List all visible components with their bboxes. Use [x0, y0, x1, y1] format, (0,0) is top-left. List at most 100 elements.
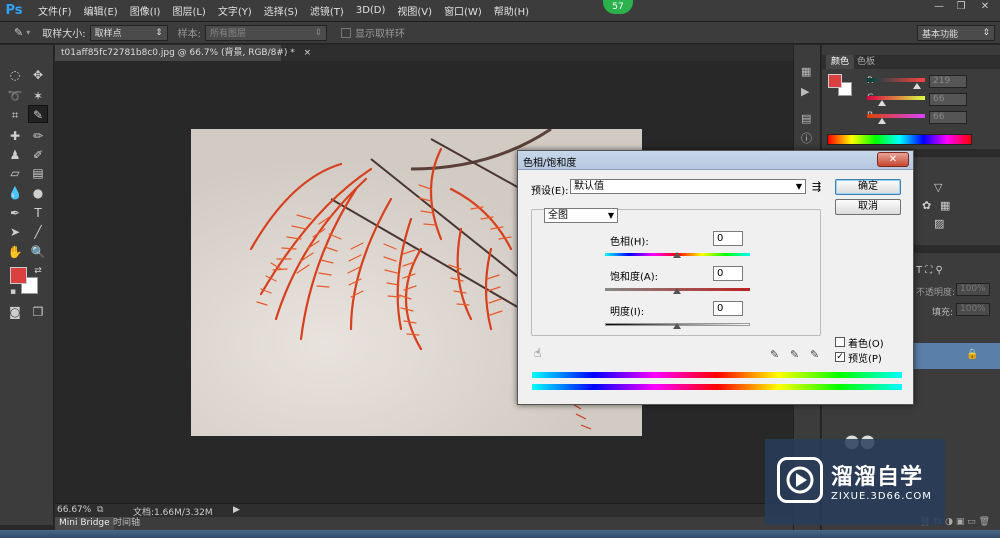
tab-color[interactable]: 颜色 [826, 55, 855, 69]
sample-size-select[interactable]: 取样点 ⇕ [89, 24, 168, 41]
menu-image[interactable]: 图像(I) [124, 3, 167, 18]
eyedropper-plus-icon[interactable]: ✎ [790, 348, 799, 361]
menu-window[interactable]: 窗口(W) [438, 3, 488, 18]
ok-button[interactable]: 确定 [835, 179, 901, 195]
b-value-input[interactable]: 66 [929, 111, 967, 124]
workspace-select[interactable]: 基本功能 ⇕ [917, 25, 995, 41]
opacity-input[interactable]: 100% [956, 283, 990, 296]
g-value-input[interactable]: 66 [929, 93, 967, 106]
preview-checkbox[interactable]: ✓ [835, 352, 845, 362]
saturation-input[interactable]: 0 [713, 266, 743, 281]
menu-file[interactable]: 文件(F) [32, 3, 78, 18]
sample-value: 所有图层 [209, 29, 246, 39]
menu-view[interactable]: 视图(V) [391, 3, 438, 18]
tab-timeline[interactable]: 时间轴 [109, 517, 144, 530]
maximize-button[interactable]: ❐ [950, 0, 972, 14]
hue-slider-thumb[interactable] [673, 252, 681, 258]
move-tool-icon[interactable]: ✥ [28, 66, 48, 84]
cancel-button[interactable]: 取消 [835, 199, 901, 215]
quick-mask-icon[interactable]: ◙ [5, 303, 25, 321]
eyedropper-tool-icon[interactable]: ✎ [14, 26, 23, 39]
fill-input[interactable]: 100% [956, 303, 990, 316]
sample-label: 样本: [177, 29, 201, 40]
tool-preset-chevron-icon[interactable]: ▾ [26, 28, 30, 37]
actions-play-icon[interactable]: ▶ [801, 85, 809, 98]
preset-select[interactable]: 默认值 ▼ [570, 179, 806, 194]
adjustment-color-balance-icon[interactable]: ✿ [922, 199, 931, 212]
color-spectrum-ramp[interactable] [827, 134, 972, 145]
clone-stamp-tool-icon[interactable]: ♟ [5, 146, 25, 164]
document-tab-close-icon[interactable]: × [304, 48, 312, 58]
line-tool-icon[interactable]: ╱ [28, 223, 48, 241]
show-ring-checkbox[interactable] [340, 27, 351, 38]
path-selection-tool-icon[interactable]: ➤ [5, 223, 25, 241]
menu-3d[interactable]: 3D(D) [350, 5, 392, 16]
status-menu-arrow-icon[interactable]: ▶ [233, 505, 240, 515]
channel-select[interactable]: 全图 ▼ [544, 208, 618, 223]
r-slider[interactable] [867, 78, 925, 82]
blur-tool-icon[interactable]: 💧 [5, 184, 25, 202]
sample-select[interactable]: 所有图层 ⇕ [204, 24, 327, 41]
brush-tool-icon[interactable]: ✏ [28, 127, 48, 145]
minimize-button[interactable]: — [928, 0, 950, 14]
menu-type[interactable]: 文字(Y) [212, 3, 258, 18]
menu-help[interactable]: 帮助(H) [488, 3, 535, 18]
b-slider-thumb[interactable] [878, 118, 886, 124]
menu-filter[interactable]: 滤镜(T) [304, 3, 350, 18]
history-panel-icon[interactable]: ▦ [801, 65, 811, 78]
type-tool-icon[interactable]: T [28, 204, 48, 222]
zoom-level[interactable]: 66.67% [57, 505, 91, 515]
lasso-tool-icon[interactable]: ➰ [5, 87, 25, 105]
properties-panel-icon[interactable]: ▤ [801, 112, 811, 125]
layer-filter-icons[interactable]: T ⛶ ⚲ [916, 265, 943, 276]
chevron-down-icon: ▼ [795, 182, 802, 191]
close-window-button[interactable]: ✕ [974, 0, 996, 14]
marquee-tool-icon[interactable]: ◌ [5, 66, 25, 84]
gradient-tool-icon[interactable]: ▤ [28, 164, 48, 182]
lightness-slider-thumb[interactable] [673, 323, 681, 329]
adjustment-channel-mixer-icon[interactable]: ▦ [940, 199, 950, 212]
saturation-slider-thumb[interactable] [673, 288, 681, 294]
r-slider-thumb[interactable] [913, 83, 921, 89]
g-slider-thumb[interactable] [878, 100, 886, 106]
preview-label: 预览(P) [848, 354, 882, 365]
dialog-title-bar[interactable]: 色相/饱和度 ✕ [518, 151, 913, 170]
adjustment-curves-icon[interactable]: ▽ [934, 181, 942, 194]
tab-swatches[interactable]: 色板 [852, 55, 880, 69]
eyedropper-minus-icon[interactable]: ✎ [810, 348, 819, 361]
foreground-color-swatch[interactable] [10, 267, 27, 284]
hand-tool-icon[interactable]: ✋ [5, 243, 25, 261]
magic-wand-tool-icon[interactable]: ✶ [28, 87, 48, 105]
document-tab[interactable]: t01aff85fc72781b8c0.jpg @ 66.7% (背景, RGB… [55, 45, 311, 61]
status-share-icon[interactable]: ⧉ [97, 505, 103, 515]
info-panel-icon[interactable]: ⓘ [801, 130, 812, 146]
lightness-input[interactable]: 0 [713, 301, 743, 316]
default-colors-icon[interactable]: ▪ [3, 283, 23, 301]
adjustment-threshold-icon[interactable]: ▨ [934, 217, 944, 230]
preset-options-icon[interactable]: ⇶ [812, 180, 821, 193]
zoom-tool-icon[interactable]: 🔍 [28, 243, 48, 261]
eyedropper-icon[interactable]: ✎ [770, 348, 779, 361]
crop-tool-icon[interactable]: ⌗ [5, 106, 25, 124]
screen-mode-icon[interactable]: ❐ [28, 303, 48, 321]
dodge-tool-icon[interactable]: ● [28, 184, 48, 202]
eraser-tool-icon[interactable]: ▱ [5, 164, 25, 182]
channel-value: 全图 [548, 210, 568, 221]
b-slider[interactable] [867, 114, 925, 118]
eyedropper-tool-icon[interactable]: ✎ [28, 105, 48, 123]
hue-input[interactable]: 0 [713, 231, 743, 246]
g-slider[interactable] [867, 96, 925, 100]
menu-select[interactable]: 选择(S) [258, 3, 304, 18]
layer-row-selected[interactable]: 🔒 [914, 343, 1000, 369]
menu-layer[interactable]: 图层(L) [166, 3, 211, 18]
colorize-checkbox[interactable] [835, 337, 845, 347]
menu-edit[interactable]: 编辑(E) [78, 3, 124, 18]
dialog-close-button[interactable]: ✕ [877, 152, 909, 167]
history-brush-tool-icon[interactable]: ✐ [28, 146, 48, 164]
pen-tool-icon[interactable]: ✒ [5, 204, 25, 222]
healing-brush-tool-icon[interactable]: ✚ [5, 127, 25, 145]
targeted-adjustment-hand-icon[interactable]: ☝ [534, 346, 541, 360]
tab-mini-bridge[interactable]: Mini Bridge [55, 517, 114, 530]
r-value-input[interactable]: 219 [929, 75, 967, 88]
color-panel-foreground-swatch[interactable] [828, 74, 842, 88]
